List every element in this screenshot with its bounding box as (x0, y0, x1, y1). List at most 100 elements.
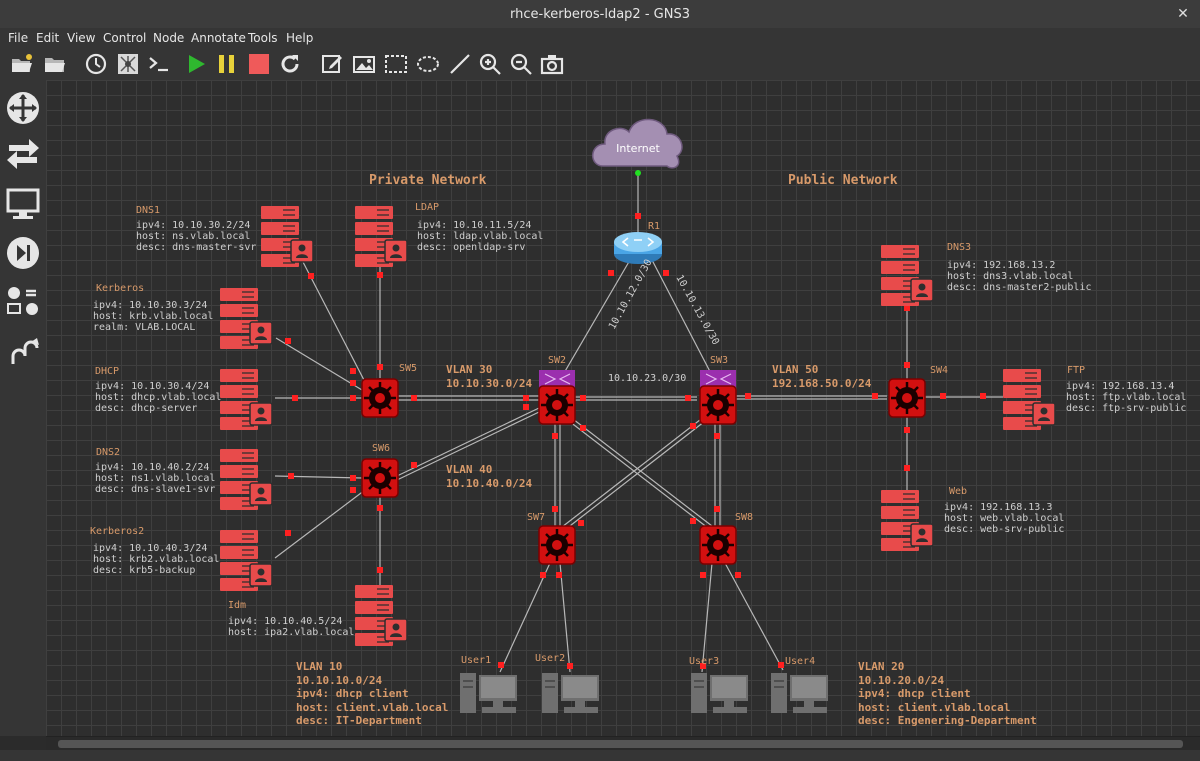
server-ldap[interactable] (354, 205, 408, 268)
link-label-sw2-sw3: 10.10.23.0/30 (608, 373, 686, 384)
vlan40-net: 10.10.40.0/24 (446, 477, 532, 490)
server-dns2[interactable] (219, 448, 273, 511)
ftp-ipv4: ipv4: 192.168.13.4 (1066, 381, 1174, 392)
pc-user1[interactable] (459, 672, 518, 714)
draw-ellipse-icon[interactable] (416, 52, 440, 76)
suspend-icon[interactable] (215, 52, 239, 76)
dns1-desc: desc: dns-master-svr (136, 242, 256, 253)
kerberos-name: Kerberos (96, 283, 144, 294)
zoom-in-icon[interactable] (478, 52, 502, 76)
menu-node[interactable]: Node (153, 31, 184, 45)
sw2-label: SW2 (548, 355, 566, 366)
kerberos2-ipv4: ipv4: 10.10.40.3/24 (93, 543, 207, 554)
user3-label: User3 (689, 656, 719, 667)
dns1-name: DNS1 (136, 205, 160, 216)
ftp-name: FTP (1067, 365, 1085, 376)
add-link-icon[interactable] (5, 334, 41, 370)
switch-sw7[interactable] (537, 524, 577, 566)
router-r1[interactable] (614, 232, 662, 264)
add-note-icon[interactable] (320, 52, 344, 76)
switch-sw6[interactable] (360, 457, 400, 499)
server-dns1[interactable] (260, 205, 314, 268)
vlan10-ipv4: ipv4: dhcp client (296, 687, 409, 700)
dns3-ipv4: ipv4: 192.168.13.2 (947, 260, 1055, 271)
snapshot-clock-icon[interactable] (84, 52, 108, 76)
vlan20-host: host: client.vlab.local (858, 701, 1010, 714)
menu-control[interactable]: Control (103, 31, 146, 45)
menu-bar: File Edit View Control Node Annotate Too… (0, 28, 1200, 48)
open-folder-icon[interactable] (43, 52, 67, 76)
menu-tools[interactable]: Tools (248, 31, 278, 45)
server-idm[interactable] (354, 584, 408, 647)
menu-help[interactable]: Help (286, 31, 313, 45)
pc-user4[interactable] (770, 672, 829, 714)
window-title: rhce-kerberos-ldap2 - GNS3 (510, 7, 690, 22)
open-project-icon[interactable] (10, 52, 34, 76)
reload-icon[interactable] (278, 52, 302, 76)
switches-icon[interactable] (5, 136, 41, 172)
switch-sw8[interactable] (698, 524, 738, 566)
web-name: Web (949, 486, 967, 497)
all-devices-icon[interactable] (5, 284, 41, 320)
close-icon[interactable]: ✕ (1174, 5, 1192, 23)
menu-file[interactable]: File (8, 31, 28, 45)
ftp-desc: desc: ftp-srv-public (1066, 403, 1186, 414)
draw-rectangle-icon[interactable] (384, 52, 408, 76)
routers-icon[interactable] (5, 90, 41, 126)
toolbar (0, 48, 1200, 81)
menu-annotate[interactable]: Annotate (191, 31, 246, 45)
link-label-r1-sw2: 10.10.12.0/30 (607, 258, 655, 332)
server-dhcp[interactable] (219, 368, 273, 431)
end-devices-icon[interactable] (5, 186, 41, 222)
vlan30-net: 10.10.30.0/24 (446, 377, 532, 390)
switch-sw2[interactable] (537, 370, 577, 426)
server-ftp[interactable] (1002, 368, 1056, 431)
sw8-label: SW8 (735, 512, 753, 523)
sw3-label: SW3 (710, 355, 728, 366)
dns3-name: DNS3 (947, 242, 971, 253)
switch-sw5[interactable] (360, 377, 400, 419)
topology-summary-icon[interactable] (116, 52, 140, 76)
sw4-label: SW4 (930, 365, 948, 376)
console-icon[interactable] (147, 52, 171, 76)
menu-edit[interactable]: Edit (36, 31, 59, 45)
zoom-out-icon[interactable] (509, 52, 533, 76)
switch-sw3[interactable] (698, 370, 738, 426)
dhcp-desc: desc: dhcp-server (95, 403, 197, 414)
vlan20-desc: desc: Engenering-Department (858, 714, 1037, 727)
stop-icon[interactable] (247, 52, 271, 76)
topology-canvas[interactable]: Internet Private Network Public Network … (46, 80, 1200, 736)
web-ipv4: ipv4: 192.168.13.3 (944, 502, 1052, 513)
switch-sw4[interactable] (887, 377, 927, 419)
scrollbar-thumb[interactable] (58, 740, 1183, 748)
dns3-desc: desc: dns-master2-public (947, 282, 1092, 293)
menu-view[interactable]: View (67, 31, 95, 45)
insert-picture-icon[interactable] (352, 52, 376, 76)
window-titlebar: rhce-kerberos-ldap2 - GNS3 ✕ (0, 0, 1200, 28)
vlan20-name: VLAN 20 (858, 660, 904, 673)
user4-label: User4 (785, 656, 815, 667)
dhcp-ipv4: ipv4: 10.10.30.4/24 (95, 381, 209, 392)
kerberos2-desc: desc: krb5-backup (93, 565, 195, 576)
server-kerberos[interactable] (219, 287, 273, 350)
pc-user2[interactable] (541, 672, 600, 714)
screenshot-icon[interactable] (540, 52, 564, 76)
pc-user3[interactable] (690, 672, 749, 714)
dns3-host: host: dns3.vlab.local (947, 271, 1073, 282)
server-web[interactable] (880, 489, 934, 552)
server-dns3[interactable] (880, 244, 934, 307)
idm-host: host: ipa2.vlab.local (228, 627, 354, 638)
vlan10-host: host: client.vlab.local (296, 701, 448, 714)
status-bar (0, 750, 1200, 761)
vlan30-name: VLAN 30 (446, 363, 492, 376)
dhcp-host: host: dhcp.vlab.local (95, 392, 221, 403)
server-kerberos2[interactable] (219, 529, 273, 592)
ftp-host: host: ftp.vlab.local (1066, 392, 1186, 403)
security-devices-icon[interactable] (5, 235, 41, 271)
draw-line-icon[interactable] (448, 52, 472, 76)
vlan10-desc: desc: IT-Department (296, 714, 422, 727)
start-icon[interactable] (184, 52, 208, 76)
horizontal-scrollbar[interactable] (46, 736, 1200, 751)
internet-cloud[interactable]: Internet (592, 118, 683, 169)
kerberos-realm: realm: VLAB.LOCAL (93, 322, 195, 333)
